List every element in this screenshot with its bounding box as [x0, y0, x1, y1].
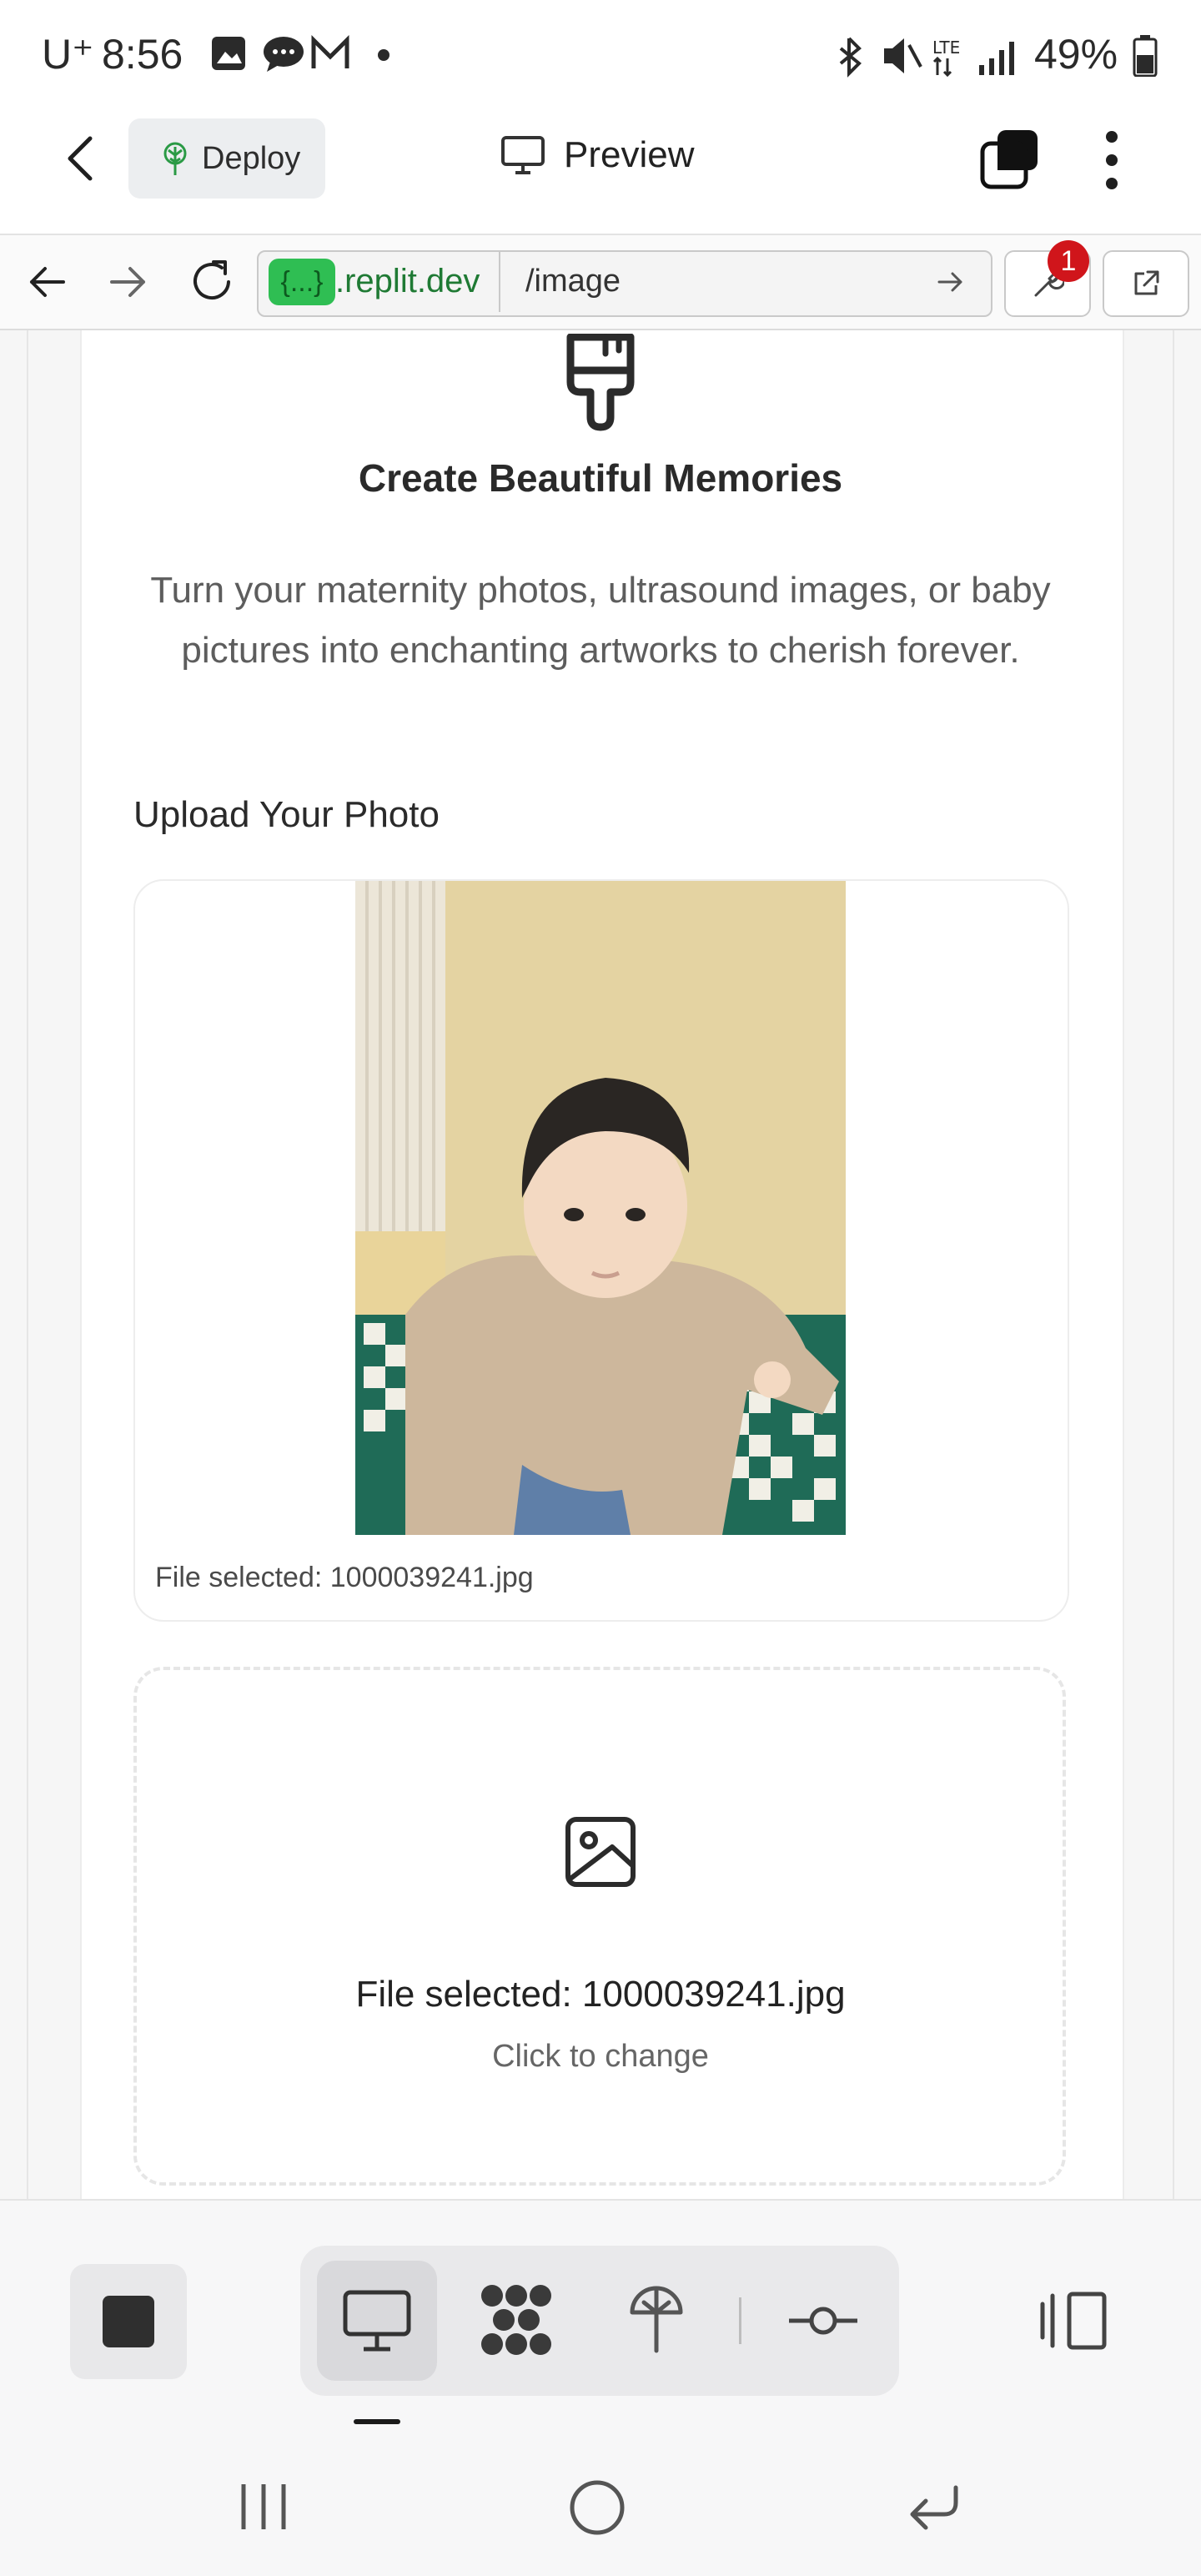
monitor-icon [501, 136, 545, 174]
preview-label: Preview [564, 134, 695, 175]
dropzone-change-hint[interactable]: Click to change [0, 2039, 1201, 2075]
deploy-icon [163, 142, 187, 175]
url-path[interactable]: /image [525, 264, 621, 299]
toolbar-divider [739, 2297, 741, 2344]
arrow-right-icon[interactable] [107, 260, 150, 304]
kebab-menu-icon[interactable] [1099, 128, 1124, 192]
tabs-icon[interactable] [977, 127, 1041, 190]
home-icon[interactable] [567, 2478, 627, 2538]
image-icon [565, 1817, 636, 1887]
stop-button[interactable] [70, 2264, 187, 2379]
preview-tab[interactable]: Preview [500, 130, 695, 180]
desktop-icon [343, 2290, 411, 2352]
open-external-button[interactable] [1103, 250, 1189, 317]
deploy-label: Deploy [202, 140, 301, 176]
page-description: Turn your maternity photos, ultrasound i… [150, 570, 1051, 671]
page-headline: Create Beautiful Memories [358, 456, 843, 500]
domain-suffix: .replit.dev [335, 263, 480, 299]
file-drop-zone[interactable] [133, 1667, 1066, 2186]
preview-viewport[interactable]: Create Beautiful Memories Turn your mate… [0, 330, 1201, 2199]
stop-icon [103, 2296, 154, 2347]
deploy-tool-icon[interactable] [627, 2282, 686, 2354]
workflow-icon[interactable] [479, 2284, 554, 2356]
deploy-button[interactable]: Deploy [128, 118, 325, 199]
devtools-badge: 1 [1048, 240, 1089, 282]
panel-icon[interactable] [1038, 2291, 1108, 2351]
recent-apps-icon[interactable] [237, 2481, 290, 2533]
clock: 8:56 [102, 31, 183, 78]
domain-chip: {...} [269, 259, 335, 305]
page-edge-right [1173, 330, 1174, 2199]
page-edge-left [27, 330, 28, 2199]
battery-percent: 49% [1034, 31, 1118, 78]
upload-section-label: Upload Your Photo [133, 794, 440, 835]
reload-icon[interactable] [188, 257, 237, 305]
status-bar: U⁺ 8:56 LTE 49% [0, 0, 1201, 108]
url-divider [499, 252, 500, 312]
preview-file-caption: File selected: 1000039241.jpg [155, 1562, 534, 1593]
external-link-icon [1134, 270, 1159, 295]
paintbrush-icon [566, 334, 635, 431]
arrow-left-icon[interactable] [25, 260, 68, 304]
back-chevron-icon[interactable] [60, 132, 102, 185]
uploaded-photo-preview [355, 881, 846, 1535]
go-arrow-icon[interactable] [936, 269, 966, 295]
active-tab-indicator [354, 2419, 400, 2424]
network-label: LTE [932, 38, 960, 58]
back-icon[interactable] [906, 2483, 961, 2534]
carrier-label: U⁺ [42, 31, 94, 78]
system-status-icons: LTE [839, 37, 1014, 78]
commit-icon[interactable] [787, 2302, 859, 2339]
notification-icons [212, 34, 389, 72]
battery-icon [1133, 35, 1158, 77]
dropzone-file-name: File selected: 1000039241.jpg [355, 1974, 846, 2015]
